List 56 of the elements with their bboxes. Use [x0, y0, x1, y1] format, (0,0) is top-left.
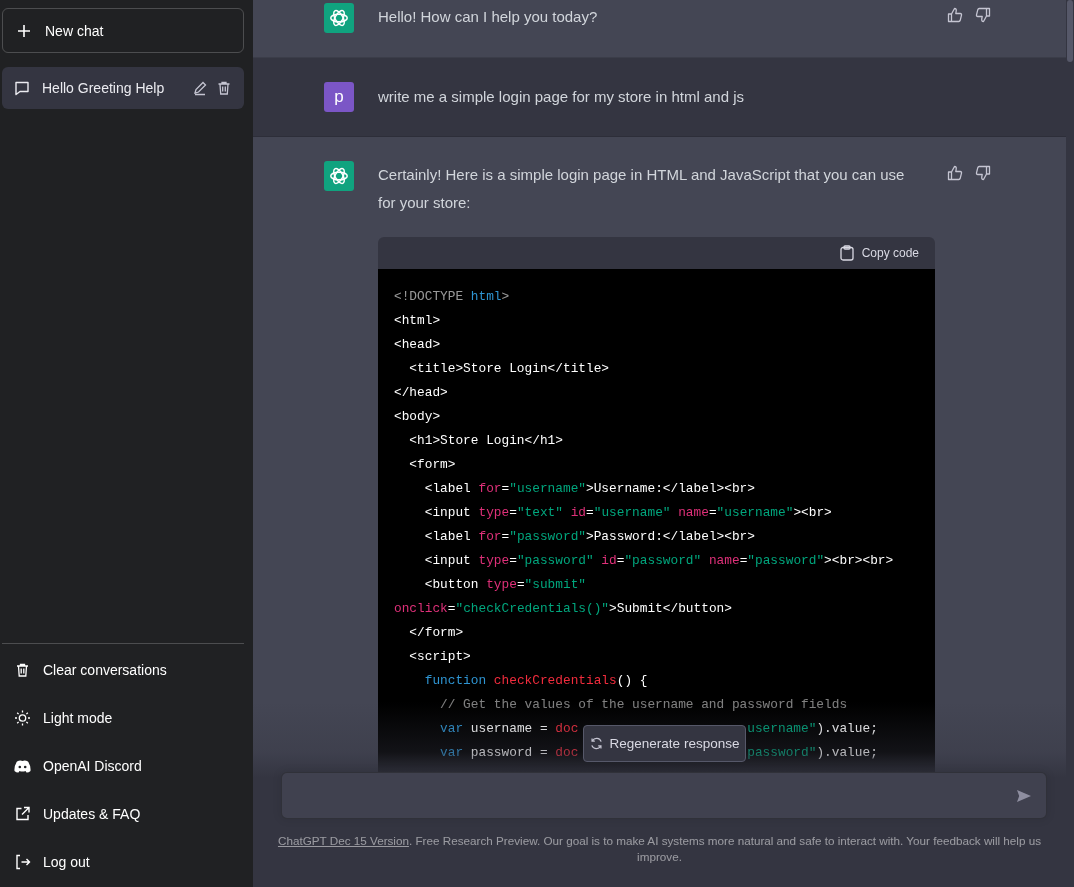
message-input-field[interactable] — [281, 772, 1047, 819]
sidebar-menu-item[interactable]: Updates & FAQ — [2, 790, 244, 838]
code-line: username").value; — [747, 720, 878, 738]
thumbs-down-icon[interactable] — [975, 165, 991, 181]
code-line: <html> — [394, 312, 442, 330]
code-line: <input type="text" id="username" name="username"><br> — [423, 504, 833, 522]
chat-bubble-icon — [14, 80, 30, 96]
sidebar-menu-item[interactable]: Clear conversations — [2, 646, 244, 694]
trash-icon — [14, 662, 31, 678]
message-text: write me a simple login page for my store in html and js — [378, 87, 745, 107]
conversation-item[interactable]: Hello Greeting Help — [2, 67, 244, 109]
pencil-icon[interactable] — [192, 80, 208, 96]
code-line: function checkCredentials() { — [423, 672, 649, 690]
code-line: <button type="submit" — [423, 576, 587, 594]
message-text: Hello! How can I help you today? — [378, 7, 599, 27]
code-line: onclick="checkCredentials()">Submit</button> — [394, 600, 733, 618]
code-line: </form> — [408, 624, 465, 642]
code-line: <script> — [408, 648, 472, 666]
code-line: <!DOCTYPE html> — [394, 288, 511, 306]
thumbs-down-icon[interactable] — [975, 7, 991, 23]
scrollbar-thumb[interactable] — [1067, 0, 1073, 62]
code-line: <form> — [408, 456, 457, 474]
code-line: // Get the values of the username and password fields — [439, 696, 849, 714]
user-avatar: p — [324, 82, 354, 112]
code-line: var username = doc — [439, 720, 579, 738]
message-text: Certainly! Here is a simple login page in HTML and JavaScript that you can use for your store: — [378, 165, 906, 213]
code-line: <title>Store Login</title> — [408, 360, 611, 378]
code-line: <body> — [394, 408, 442, 426]
conversation-title: Hello Greeting Help — [42, 80, 166, 96]
sidebar-menu-item[interactable]: OpenAI Discord — [2, 742, 244, 790]
code-line: <label for="password">Password:</label><br> — [423, 528, 756, 546]
version-link[interactable]: ChatGPT Dec 15 Version — [277, 834, 409, 847]
refresh-icon — [589, 737, 603, 750]
regenerate-response-button[interactable]: Regenerate response — [582, 725, 747, 762]
code-line: <head> — [394, 336, 442, 354]
copy-code-button[interactable]: Copy code — [839, 245, 919, 261]
sun-icon — [14, 710, 31, 726]
thumbs-up-icon[interactable] — [947, 7, 963, 23]
plus-icon — [17, 23, 31, 38]
code-line: </head> — [394, 384, 449, 402]
code-line: password").value; — [747, 744, 878, 762]
code-line: var password = doc — [439, 744, 579, 762]
trash-icon[interactable] — [216, 80, 232, 96]
send-icon[interactable] — [1016, 788, 1032, 803]
code-line: <h1>Store Login</h1> — [408, 432, 564, 450]
sidebar-menu-item[interactable]: Log out — [2, 838, 244, 886]
external-link-icon — [14, 806, 31, 822]
disclaimer-text: ChatGPT Dec 15 Version. Free Research Preview. Our goal is to make AI systems more natural and safe to interact with. Your feedback will help us improve. — [276, 833, 1043, 865]
logout-icon — [14, 854, 31, 870]
sidebar-menu-item[interactable]: Light mode — [2, 694, 244, 742]
thumbs-up-icon[interactable] — [947, 165, 963, 181]
clipboard-icon — [839, 245, 854, 261]
code-line: <input type="password" id="password" name="password"><br><br> — [423, 552, 895, 570]
game-controller-icon — [14, 759, 31, 773]
new-chat-button[interactable]: New chat — [2, 8, 244, 53]
code-line: <label for="username">Username:</label><br> — [423, 480, 756, 498]
